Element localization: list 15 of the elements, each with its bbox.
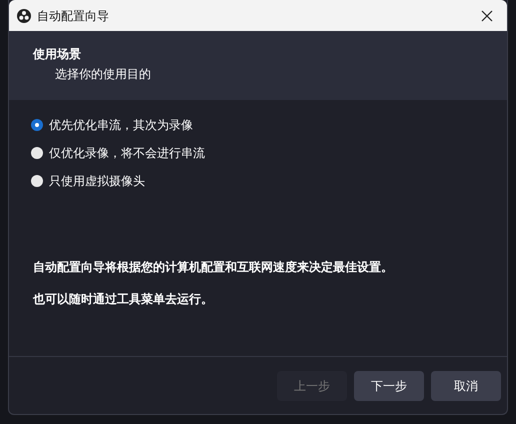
radio-option[interactable]: 仅优化录像，将不会进行串流: [31, 144, 205, 162]
radio-button[interactable]: [31, 147, 43, 159]
section-subtitle: 选择你的使用目的: [55, 66, 151, 83]
radio-button[interactable]: [31, 175, 43, 187]
section-title: 使用场景: [33, 46, 81, 63]
radio-option[interactable]: 只使用虚拟摄像头: [31, 172, 145, 190]
dialog-button[interactable]: 取消: [431, 370, 501, 400]
radio-option[interactable]: 优先优化串流，其次为录像: [31, 116, 193, 134]
close-icon: [481, 10, 493, 22]
window-title: 自动配置向导: [37, 8, 109, 24]
app-logo-icon: [17, 8, 31, 22]
info-text: 自动配置向导将根据您的计算机配置和互联网速度来决定最佳设置。: [33, 259, 393, 276]
radio-button[interactable]: [31, 119, 43, 131]
dialog-button[interactable]: 下一步: [354, 370, 424, 400]
info-text: 也可以随时通过工具菜单去运行。: [33, 291, 213, 308]
